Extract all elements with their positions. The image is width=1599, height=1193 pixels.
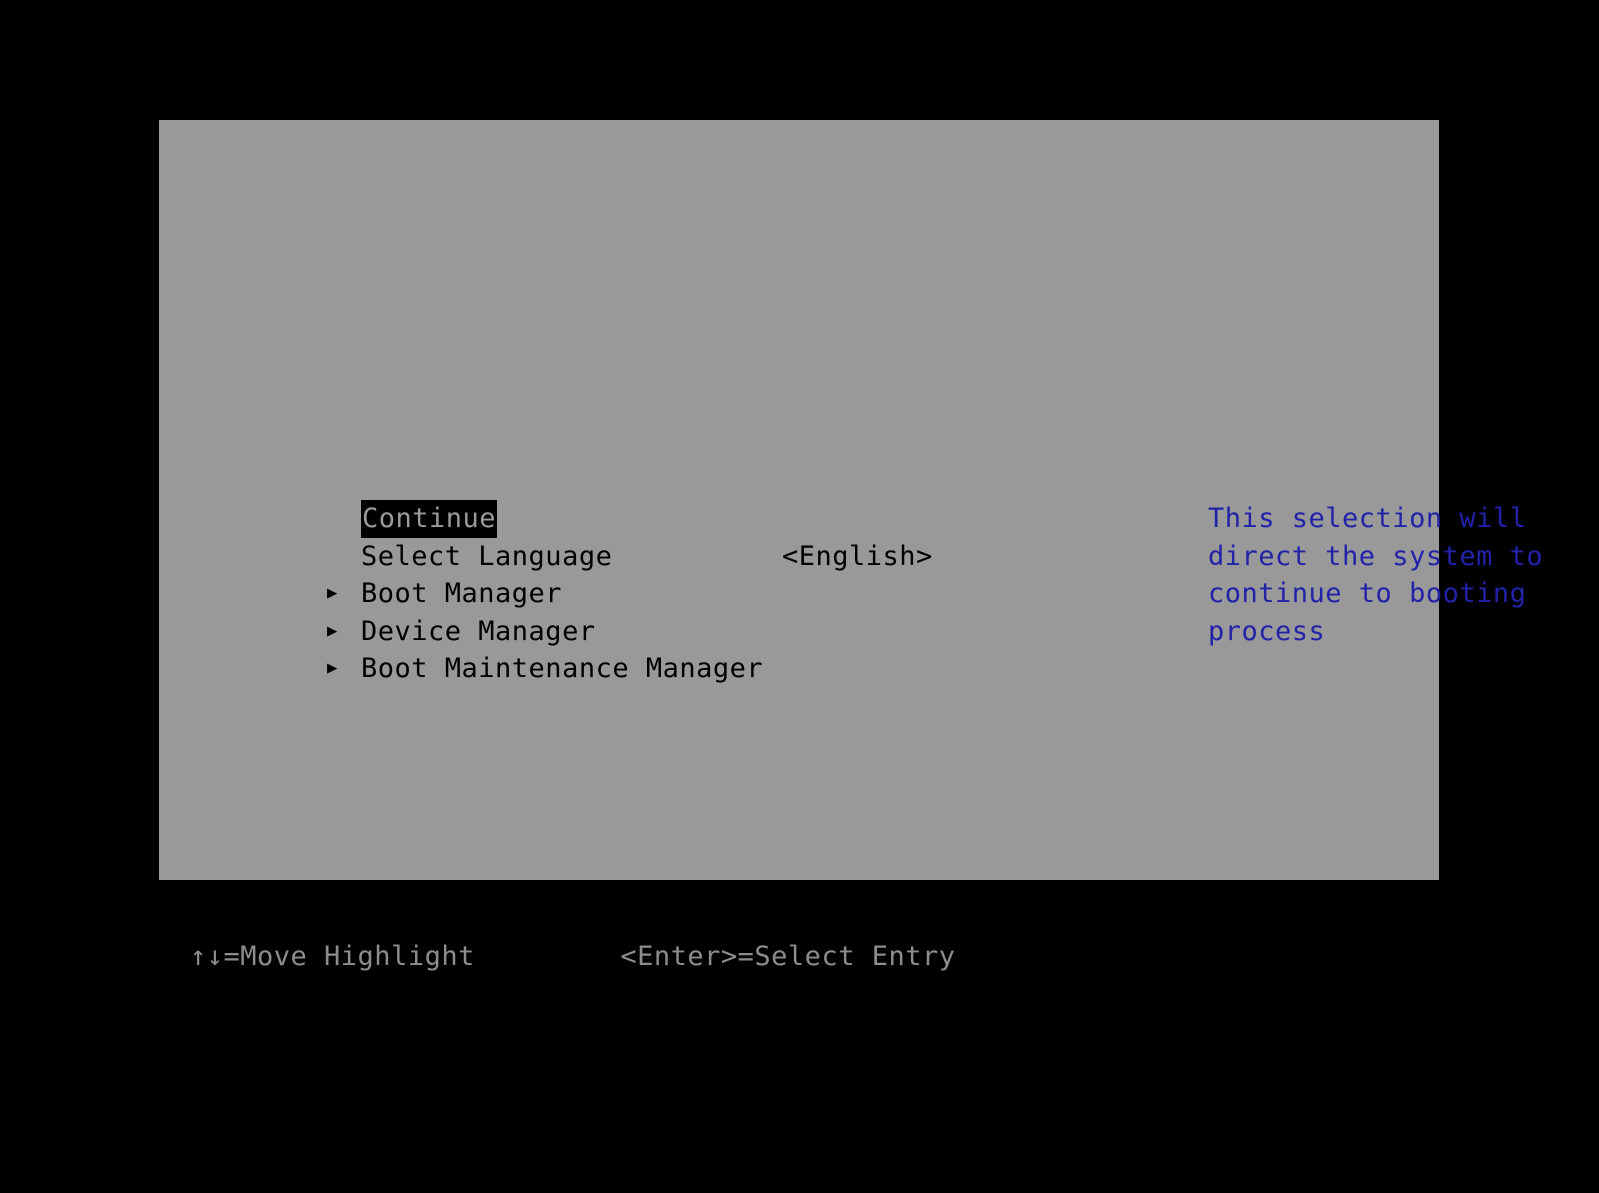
menu-item-label: Boot Manager [361,578,563,609]
menu-item-label: Select Language [361,540,613,572]
help-text-panel: This selection will direct the system to… [1208,500,1548,650]
menu-item-boot-manager[interactable]: ▶ Boot Manager [327,575,947,613]
help-text-line: direct the system to [1208,540,1544,572]
menu-item-label: Boot Maintenance Manager [361,653,764,684]
menu-item-label: Device Manager [361,615,596,647]
hint-move-highlight: ↑↓=Move Highlight [190,941,475,972]
main-menu-list: Continue Select Language <English> ▶ Boo… [327,500,947,688]
menu-item-select-language[interactable]: Select Language <English> [327,538,947,576]
language-value[interactable]: <English> [782,538,933,576]
setup-main-panel: Continue Select Language <English> ▶ Boo… [159,120,1543,880]
submenu-arrow-icon: ▶ [327,583,338,603]
help-text-line: continue to booting [1208,578,1527,609]
hint-select-entry: <Enter>=Select Entry [620,941,956,972]
submenu-arrow-icon: ▶ [327,620,338,641]
submenu-arrow-icon: ▶ [327,658,338,678]
menu-item-boot-maintenance-manager[interactable]: ▶ Boot Maintenance Manager [327,650,947,688]
keyboard-hint-bar: ↑↓=Move Highlight <Enter>=Select Entry [190,938,955,976]
help-text-line: process [1208,615,1326,647]
menu-item-device-manager[interactable]: ▶ Device Manager [327,613,947,651]
uefi-setup-screen: Continue Select Language <English> ▶ Boo… [0,0,1599,1193]
help-text-line: This selection will [1208,503,1527,534]
menu-item-label: Continue [361,500,498,538]
menu-item-continue[interactable]: Continue [327,500,947,538]
